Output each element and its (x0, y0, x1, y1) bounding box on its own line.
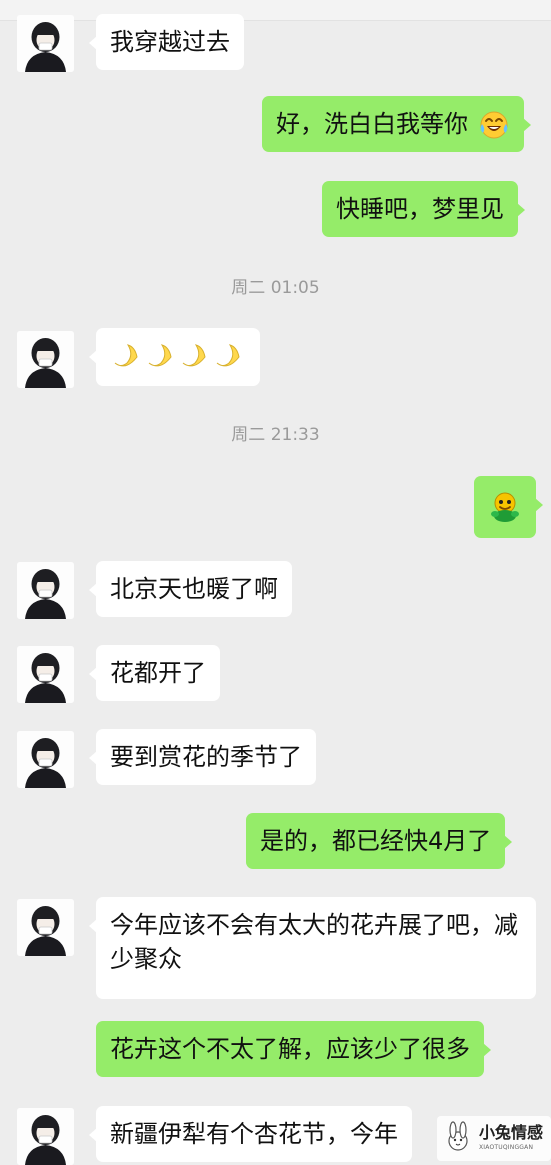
contact-avatar[interactable] (17, 562, 74, 619)
chat-timestamp: 周二 01:05 (231, 278, 320, 298)
crescent-moon-icon (110, 342, 142, 374)
contact-avatar[interactable] (17, 646, 74, 703)
laughing-tears-emoji-icon (478, 109, 510, 141)
message-bubble-incoming[interactable]: 新疆伊犁有个杏花节，今年 (89, 1106, 412, 1162)
avatar-illustration (17, 646, 74, 703)
contact-avatar[interactable] (17, 731, 74, 788)
top-strip (0, 0, 551, 21)
message-bubble-incoming[interactable]: 北京天也暖了啊 (89, 561, 292, 617)
watermark-logo: 小兔情感 XIAOTUQINGGAN (437, 1116, 551, 1161)
message-bubble-incoming[interactable]: 我穿越过去 (89, 14, 244, 70)
message-bubble-incoming[interactable] (89, 328, 260, 386)
message-text: 花卉这个不太了解，应该少了很多 (110, 1035, 470, 1063)
avatar-illustration (17, 15, 74, 72)
message-text: 要到赏花的季节了 (110, 743, 302, 771)
avatar-illustration (17, 562, 74, 619)
message-text: 我穿越过去 (110, 28, 230, 56)
message-bubble-outgoing[interactable]: 快睡吧，梦里见 (322, 181, 525, 237)
message-text: 是的，都已经快4月了 (260, 827, 492, 855)
contact-avatar[interactable] (17, 1108, 74, 1165)
contact-avatar[interactable] (17, 899, 74, 956)
message-bubble-outgoing[interactable]: 好，洗白白我等你 (262, 96, 531, 152)
message-text: 今年应该不会有太大的花卉展了吧，减少聚众 (110, 911, 518, 973)
message-bubble-incoming[interactable]: 今年应该不会有太大的花卉展了吧，减少聚众 (89, 897, 536, 999)
rabbit-logo-icon (440, 1121, 476, 1161)
message-text: 快睡吧，梦里见 (336, 195, 504, 223)
crescent-moon-icon (144, 342, 176, 374)
sticker-bubble-outgoing[interactable] (474, 476, 543, 538)
crescent-moon-icon (212, 342, 244, 374)
message-text: 好，洗白白我等你 (276, 110, 468, 138)
message-bubble-incoming[interactable]: 花都开了 (89, 645, 220, 701)
green-bird-sticker-icon (488, 490, 522, 533)
message-bubble-outgoing[interactable]: 花卉这个不太了解，应该少了很多 (96, 1021, 491, 1077)
avatar-illustration (17, 899, 74, 956)
message-bubble-incoming[interactable]: 要到赏花的季节了 (89, 729, 316, 785)
message-text: 新疆伊犁有个杏花节，今年 (110, 1120, 398, 1148)
contact-avatar[interactable] (17, 331, 74, 388)
chat-timestamp: 周二 21:33 (231, 425, 320, 445)
watermark-subtext: XIAOTUQINGGAN (479, 1144, 534, 1151)
avatar-illustration (17, 331, 74, 388)
crescent-moon-icon (178, 342, 210, 374)
message-bubble-outgoing[interactable]: 是的，都已经快4月了 (246, 813, 513, 869)
message-text: 北京天也暖了啊 (110, 575, 278, 603)
watermark-text: 小兔情感 (479, 1123, 544, 1142)
avatar-illustration (17, 1108, 74, 1165)
message-text: 花都开了 (110, 659, 206, 687)
contact-avatar[interactable] (17, 15, 74, 72)
avatar-illustration (17, 731, 74, 788)
